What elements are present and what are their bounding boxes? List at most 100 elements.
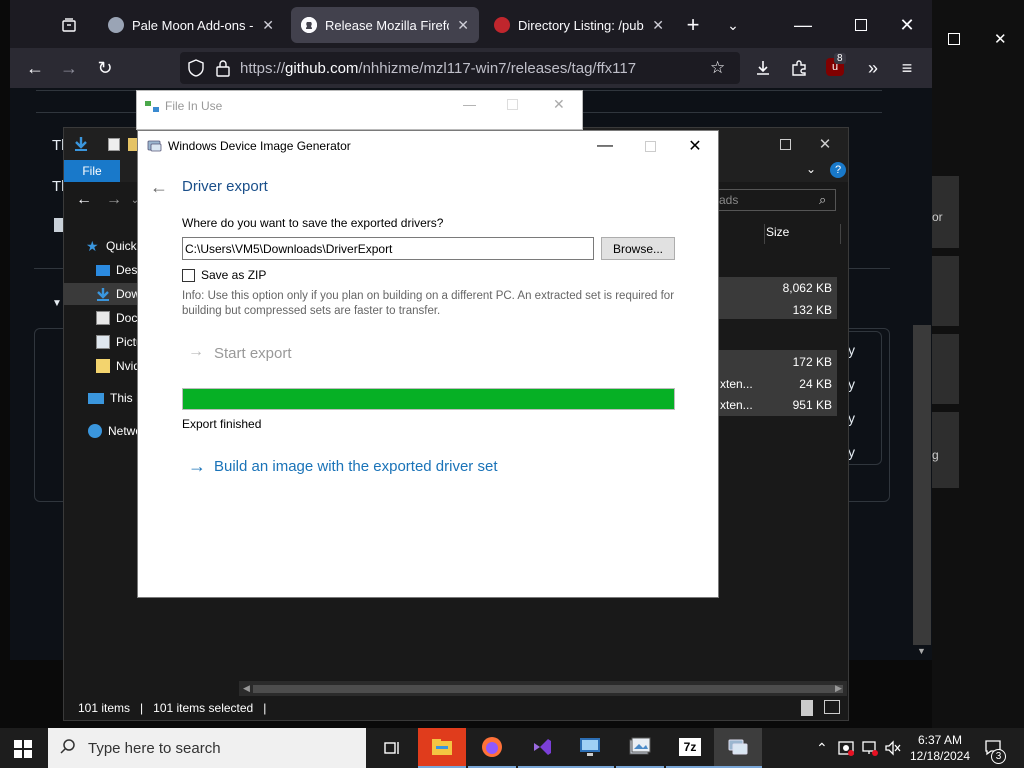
- export-path-input[interactable]: [182, 237, 594, 260]
- maximize-icon[interactable]: [627, 131, 673, 161]
- close-tab-icon[interactable]: ✕: [457, 17, 469, 34]
- file-size[interactable]: 951 KB: [752, 398, 832, 412]
- url-path: /nhhizme/mzl117-win7/releases/tag/ffx117: [358, 59, 637, 77]
- start-export-button[interactable]: Start export: [214, 345, 292, 362]
- export-progress-bar: [182, 388, 675, 410]
- documents-icon: [96, 311, 110, 325]
- file-type[interactable]: xten...: [720, 398, 753, 412]
- url-host: github.com: [285, 59, 359, 77]
- show-hidden-icons-chevron-icon[interactable]: ⌃: [816, 740, 828, 757]
- large-icons-view-icon[interactable]: [824, 700, 840, 714]
- build-image-link[interactable]: Build an image with the exported driver …: [214, 458, 497, 475]
- tab-list-icon[interactable]: [56, 12, 82, 38]
- horizontal-scrollbar[interactable]: ◀ ▶: [239, 681, 847, 697]
- properties-icon[interactable]: [108, 138, 120, 151]
- file-size[interactable]: 24 KB: [752, 377, 832, 391]
- close-tab-icon[interactable]: ✕: [262, 17, 274, 34]
- device-image-generator-icon[interactable]: [714, 728, 762, 768]
- lock-icon[interactable]: [216, 59, 230, 81]
- help-icon[interactable]: ?: [830, 162, 846, 178]
- tab-pale-moon[interactable]: Pale Moon Add-ons - Ab ✕: [98, 7, 284, 43]
- bg-maximize-icon[interactable]: [948, 32, 960, 48]
- explorer-back-icon[interactable]: ←: [74, 190, 94, 210]
- new-tab-icon[interactable]: +: [680, 12, 706, 38]
- info-text: Info: Use this option only if you plan o…: [182, 290, 675, 317]
- scroll-left-arrow-icon[interactable]: ◀: [243, 683, 250, 694]
- quick-access-download-icon[interactable]: [74, 136, 88, 152]
- explorer-maximize-icon[interactable]: [770, 132, 800, 156]
- taskbar: Type here to search 7z ⌃ 6:37 AM 12/18/2…: [0, 728, 1024, 768]
- hamburger-menu-icon[interactable]: ≡: [894, 55, 920, 81]
- expand-triangle-icon[interactable]: ▼: [52, 298, 62, 309]
- volume-muted-icon[interactable]: [884, 740, 902, 759]
- scroll-down-arrow-icon[interactable]: ▼: [917, 646, 926, 656]
- explorer-close-icon[interactable]: ✕: [810, 132, 840, 156]
- 7zip-icon[interactable]: 7z: [666, 728, 714, 768]
- list-all-tabs-chevron-icon[interactable]: ⌄: [720, 12, 746, 38]
- close-icon[interactable]: ✕: [672, 131, 718, 161]
- close-tab-icon[interactable]: ✕: [652, 17, 664, 34]
- ribbon-expand-chevron-icon[interactable]: ⌄: [806, 162, 816, 176]
- downloads-folder-icon: [96, 287, 110, 301]
- details-view-icon[interactable]: [801, 700, 813, 716]
- network-status-icon[interactable]: [862, 740, 878, 759]
- explorer-forward-icon[interactable]: →: [104, 190, 124, 210]
- fiu-minimize-icon[interactable]: —: [463, 97, 476, 112]
- explorer-search-input[interactable]: ads ⌕: [714, 189, 836, 211]
- pictures-icon: [96, 335, 110, 349]
- forward-icon[interactable]: →: [56, 55, 82, 81]
- back-icon[interactable]: ←: [22, 55, 48, 81]
- device-image-generator-window: Windows Device Image Generator — ✕ ← Dri…: [137, 130, 719, 598]
- page-scrollbar[interactable]: [913, 325, 931, 645]
- visual-studio-icon[interactable]: [518, 728, 566, 768]
- notification-count-badge: 3: [991, 749, 1006, 764]
- system-clock[interactable]: 6:37 AM 12/18/2024: [902, 728, 978, 768]
- overflow-chevrons-icon[interactable]: »: [860, 55, 886, 81]
- downloads-icon[interactable]: [750, 55, 776, 81]
- file-ribbon-tab[interactable]: File: [64, 160, 120, 182]
- browse-button[interactable]: Browse...: [601, 237, 675, 260]
- file-explorer-icon[interactable]: [418, 728, 466, 768]
- tab-directory-listing[interactable]: Directory Listing: /pub/fi ✕: [484, 7, 674, 43]
- firefox-icon[interactable]: [468, 728, 516, 768]
- save-as-zip-label[interactable]: Save as ZIP: [201, 268, 266, 282]
- clock-date: 12/18/2024: [909, 749, 971, 763]
- window-title: Windows Device Image Generator: [168, 139, 351, 153]
- file-in-use-dialog: File In Use — ✕: [136, 90, 583, 130]
- tracking-protection-shield-icon[interactable]: [188, 59, 204, 81]
- close-window-icon[interactable]: ✕: [894, 12, 920, 38]
- bookmark-star-icon[interactable]: ☆: [710, 58, 725, 78]
- back-arrow-icon[interactable]: ←: [150, 177, 168, 198]
- file-type[interactable]: xten...: [720, 377, 753, 391]
- size-column-header[interactable]: Size: [766, 225, 789, 239]
- tab-strip: Pale Moon Add-ons - Ab ✕ Release Mozilla…: [10, 0, 932, 48]
- search-icon: ⌕: [819, 192, 827, 207]
- start-windows-icon[interactable]: [14, 740, 32, 761]
- scroll-thumb[interactable]: [253, 685, 843, 693]
- tab-release-firefox[interactable]: Release Mozilla Firefox 11 ✕: [291, 7, 479, 43]
- save-as-zip-checkbox[interactable]: [182, 269, 195, 282]
- reload-icon[interactable]: ↻: [92, 55, 118, 81]
- url-bar[interactable]: https://github.com/nhhizme/mzl117-win7/r…: [180, 52, 740, 84]
- maximize-icon[interactable]: [848, 12, 874, 38]
- tray-app-icon[interactable]: [838, 740, 854, 759]
- file-size[interactable]: 8,062 KB: [752, 281, 832, 295]
- pale-moon-favicon-icon: [108, 17, 124, 33]
- save-location-label: Where do you want to save the exported d…: [182, 216, 444, 230]
- minimize-icon[interactable]: —: [582, 131, 628, 161]
- file-size[interactable]: 172 KB: [752, 355, 832, 369]
- image-viewer-icon[interactable]: [616, 728, 664, 768]
- computer-icon: [88, 392, 104, 404]
- task-view-icon[interactable]: [368, 728, 416, 768]
- column-divider: [764, 224, 765, 244]
- minimize-icon[interactable]: —: [790, 12, 816, 38]
- extensions-puzzle-icon[interactable]: [786, 55, 812, 81]
- fiu-maximize-icon[interactable]: [507, 99, 518, 113]
- taskbar-search-box[interactable]: Type here to search: [48, 728, 366, 768]
- scroll-right-arrow-icon[interactable]: ▶: [835, 683, 842, 694]
- fiu-close-icon[interactable]: ✕: [553, 96, 565, 113]
- file-size[interactable]: 132 KB: [752, 303, 832, 317]
- search-icon: [60, 738, 76, 758]
- remote-desktop-icon[interactable]: [566, 728, 614, 768]
- bg-close-icon[interactable]: ✕: [994, 30, 1007, 48]
